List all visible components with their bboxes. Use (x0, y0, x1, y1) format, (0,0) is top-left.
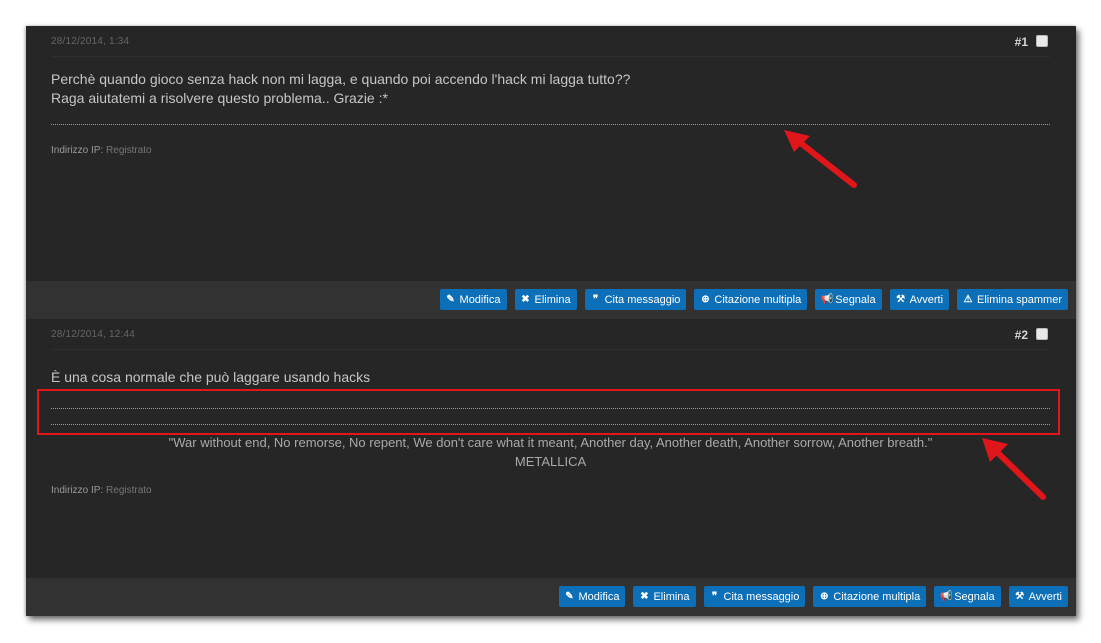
quote-label: Cita messaggio (723, 590, 800, 603)
delete-label: Elimina (534, 293, 571, 306)
quote-button[interactable]: ❞ Cita messaggio (703, 586, 806, 607)
plus-circle-icon: ⊕ (820, 591, 829, 602)
edit-icon: ✎ (565, 591, 574, 602)
report-button[interactable]: 📢 Segnala (934, 586, 1001, 607)
forum-thread: 28/12/2014, 1:34 #1 Perchè quando gioco … (26, 26, 1076, 616)
warn-button[interactable]: ⚒ Avverti (889, 289, 950, 310)
multi-quote-button[interactable]: ⊕ Citazione multipla (694, 289, 808, 310)
warn-label: Avverti (1028, 590, 1062, 603)
delete-button[interactable]: ✖ Elimina (633, 586, 696, 607)
post-1-header: 28/12/2014, 1:34 #1 (51, 32, 1050, 57)
post-1-date: 28/12/2014, 1:34 (51, 36, 130, 47)
delete-button[interactable]: ✖ Elimina (514, 289, 577, 310)
quote-label: Cita messaggio (604, 293, 681, 306)
quote-button[interactable]: ❞ Cita messaggio (584, 289, 687, 310)
quote-icon: ❞ (711, 591, 718, 602)
annotation-highlight-box (37, 389, 1060, 435)
post-2-date: 28/12/2014, 12:44 (51, 329, 136, 340)
ip-label: Indirizzo IP: (51, 145, 104, 156)
post-1-toolbar: ✎ Modifica ✖ Elimina ❞ Cita messaggio ⊕ Cita… (26, 281, 1076, 319)
multi-quote-label: Citazione multipla (833, 590, 921, 603)
post-2-line-1: È una cosa normale che può laggare usand… (51, 369, 371, 385)
post-2-message: È una cosa normale che può laggare usand… (51, 368, 1050, 387)
post-1: 28/12/2014, 1:34 #1 Perchè quando gioco … (26, 26, 1076, 319)
megaphone-icon: 📢 (940, 591, 953, 602)
signature: "War without end, No remorse, No repent,… (51, 433, 1050, 471)
ip-label: Indirizzo IP: (51, 485, 104, 496)
warning-icon: ⚠ (963, 294, 973, 305)
gavel-icon: ⚒ (1015, 591, 1025, 602)
report-button[interactable]: 📢 Segnala (815, 289, 882, 310)
edit-label: Modifica (578, 590, 620, 603)
edit-button[interactable]: ✎ Modifica (558, 586, 626, 607)
signature-quote: "War without end, No remorse, No repent,… (168, 435, 933, 450)
signature-author: METALLICA (514, 454, 587, 469)
ip-value: Registrato (106, 145, 152, 156)
edit-icon: ✎ (446, 294, 455, 305)
warn-button[interactable]: ⚒ Avverti (1008, 586, 1068, 607)
post-1-line-1: Perchè quando gioco senza hack non mi la… (51, 71, 631, 87)
plus-circle-icon: ⊕ (701, 294, 710, 305)
gavel-icon: ⚒ (896, 294, 906, 305)
ip-value: Registrato (106, 485, 152, 496)
post-2-number-link[interactable]: #2 (1015, 328, 1028, 342)
post-2-toolbar: ✎ Modifica ✖ Elimina ❞ Cita messaggio ⊕ Cita… (26, 578, 1076, 616)
post-1-ip-info: Indirizzo IP: Registrato (51, 145, 152, 156)
delete-label: Elimina (653, 590, 690, 603)
post-1-message: Perchè quando gioco senza hack non mi la… (51, 70, 1050, 108)
report-label: Segnala (954, 590, 995, 603)
post-2: 28/12/2014, 12:44 #2 È una cosa normale … (26, 319, 1076, 616)
megaphone-icon: 📢 (821, 294, 834, 305)
edit-label: Modifica (459, 293, 501, 306)
multi-quote-button[interactable]: ⊕ Citazione multipla (813, 586, 927, 607)
multi-quote-label: Citazione multipla (714, 293, 802, 306)
report-label: Segnala (835, 293, 876, 306)
delete-spammer-label: Elimina spammer (977, 293, 1062, 306)
post-2-select-checkbox[interactable] (1036, 328, 1048, 340)
post-2-header: 28/12/2014, 12:44 #2 (51, 325, 1050, 350)
close-icon: ✖ (521, 294, 530, 305)
post-2-ip-info: Indirizzo IP: Registrato (51, 485, 152, 496)
quote-icon: ❞ (592, 294, 599, 305)
post-1-line-2: Raga aiutatemi a risolvere questo proble… (51, 90, 388, 106)
close-icon: ✖ (640, 591, 649, 602)
delete-spammer-button[interactable]: ⚠ Elimina spammer (957, 289, 1068, 310)
post-1-number-link[interactable]: #1 (1015, 35, 1028, 49)
warn-label: Avverti (909, 293, 944, 306)
signature-separator (51, 124, 1050, 125)
edit-button[interactable]: ✎ Modifica (439, 289, 507, 310)
post-1-select-checkbox[interactable] (1036, 35, 1048, 47)
